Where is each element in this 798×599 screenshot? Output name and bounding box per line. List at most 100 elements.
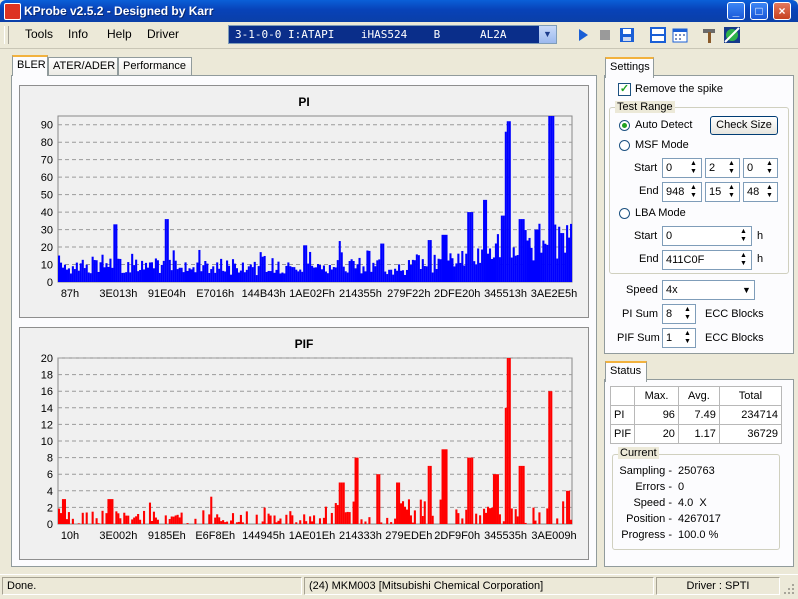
resize-grip-icon[interactable] [782, 582, 796, 596]
spin-icon[interactable]: ▲▼ [681, 330, 694, 346]
data-bar [564, 253, 566, 282]
speed-select[interactable]: 4x▼ [662, 280, 755, 300]
msf-start-frame-field[interactable]: 0▲▼ [743, 158, 778, 178]
spin-icon[interactable]: ▲▼ [725, 184, 738, 200]
spin-icon[interactable]: ▲▼ [763, 184, 776, 200]
data-bar [542, 241, 544, 282]
spin-icon[interactable]: ▲▼ [763, 160, 776, 176]
data-bar [66, 270, 68, 282]
data-bar [398, 264, 400, 282]
msf-end-frame-field[interactable]: 48▲▼ [743, 182, 778, 202]
data-bar [210, 269, 212, 282]
tab-ater-ader[interactable]: ATER/ADER [48, 57, 118, 75]
data-bar [137, 271, 139, 282]
data-bar [451, 258, 453, 282]
data-bar [440, 259, 442, 282]
tab-performance[interactable]: Performance [118, 57, 192, 75]
spin-icon[interactable]: ▲▼ [737, 228, 750, 244]
data-bar [538, 224, 540, 282]
app-icon [4, 3, 21, 20]
data-bar [422, 259, 424, 282]
spin-icon[interactable]: ▲▼ [737, 252, 750, 268]
spin-icon[interactable]: ▲▼ [681, 306, 694, 322]
menu-tools[interactable]: Tools [25, 27, 53, 41]
msf-start-min-field[interactable]: 0▲▼ [662, 158, 702, 178]
data-bar [303, 245, 305, 282]
lba-start-field[interactable]: 0▲▼ [662, 226, 752, 246]
menu-info[interactable]: Info [68, 27, 88, 41]
disc-scan-icon[interactable] [723, 26, 741, 44]
check-size-button[interactable]: Check Size [710, 116, 778, 135]
data-bar [188, 268, 190, 282]
lba-end-field[interactable]: 411C0F▲▼ [662, 250, 752, 270]
sampling-value: 250763 [678, 465, 715, 477]
calendar-icon[interactable] [671, 26, 689, 44]
drive-select[interactable]: 3-1-0-0 I:ATAPI iHAS524 B AL2A ▼ [228, 25, 557, 44]
play-icon[interactable] [574, 26, 592, 44]
data-bar [149, 262, 151, 282]
data-bar [444, 449, 446, 524]
driver-info: Driver : SPTI [656, 577, 780, 595]
data-bar [119, 518, 121, 524]
data-bar [362, 266, 364, 282]
remove-spike-checkbox[interactable]: ✓ [618, 83, 631, 96]
data-bar [74, 269, 76, 282]
stop-icon[interactable] [596, 26, 614, 44]
data-bar [418, 255, 420, 282]
data-bar [78, 523, 80, 524]
msf-end-sec-field[interactable]: 15▲▼ [705, 182, 740, 202]
data-bar [400, 503, 402, 524]
data-bar [455, 509, 457, 524]
lba-mode-radio[interactable] [619, 208, 630, 219]
data-bar [414, 510, 416, 524]
data-bar [525, 230, 527, 282]
y-tick-label: 50 [41, 190, 53, 202]
minimize-button[interactable]: _ [727, 2, 745, 20]
msf-start-sec-field[interactable]: 2▲▼ [705, 158, 740, 178]
tab-settings[interactable]: Settings [605, 57, 654, 78]
data-bar [236, 268, 238, 282]
data-bar [127, 262, 129, 282]
tab-status[interactable]: Status [605, 361, 647, 382]
data-bar [422, 516, 424, 524]
spin-icon[interactable]: ▲▼ [725, 160, 738, 176]
msf-mode-label: MSF Mode [635, 139, 689, 151]
close-button[interactable]: × [773, 2, 791, 20]
y-tick-label: 8 [47, 453, 53, 465]
spin-icon[interactable]: ▲▼ [687, 184, 700, 200]
data-bar [289, 511, 291, 524]
tab-bler[interactable]: BLER [12, 55, 48, 76]
menu-driver[interactable]: Driver [147, 27, 179, 41]
data-bar [147, 268, 149, 282]
menu-help[interactable]: Help [107, 27, 132, 41]
data-bar [560, 233, 562, 282]
data-bar [103, 267, 105, 282]
x-tick-label: 214355h [339, 288, 382, 300]
data-bar [270, 516, 272, 524]
tools-icon[interactable] [701, 26, 719, 44]
spin-icon[interactable]: ▲▼ [687, 160, 700, 176]
pi-sum-field[interactable]: 8▲▼ [662, 304, 696, 324]
chevron-down-icon[interactable]: ▼ [740, 282, 753, 298]
data-bar [141, 261, 143, 282]
data-bar [272, 258, 274, 282]
data-bar [430, 466, 432, 524]
split-view-icon[interactable] [649, 26, 667, 44]
data-bar [428, 466, 430, 524]
data-bar [275, 270, 277, 282]
msf-mode-radio[interactable] [619, 140, 630, 151]
data-bar [216, 262, 218, 282]
maximize-button[interactable]: □ [750, 2, 768, 20]
data-bar [475, 264, 477, 282]
pif-sum-field[interactable]: 1▲▼ [662, 328, 696, 348]
position-value: 4267017 [678, 513, 721, 525]
msf-end-min-field[interactable]: 948▲▼ [662, 182, 702, 202]
errors-label: Errors - [635, 481, 672, 493]
auto-detect-radio[interactable] [619, 120, 630, 131]
data-bar [98, 523, 100, 524]
data-bar [487, 507, 489, 524]
data-bar [262, 257, 264, 282]
data-bar [297, 271, 299, 282]
save-icon[interactable] [618, 26, 636, 44]
chevron-down-icon[interactable]: ▼ [539, 26, 556, 43]
